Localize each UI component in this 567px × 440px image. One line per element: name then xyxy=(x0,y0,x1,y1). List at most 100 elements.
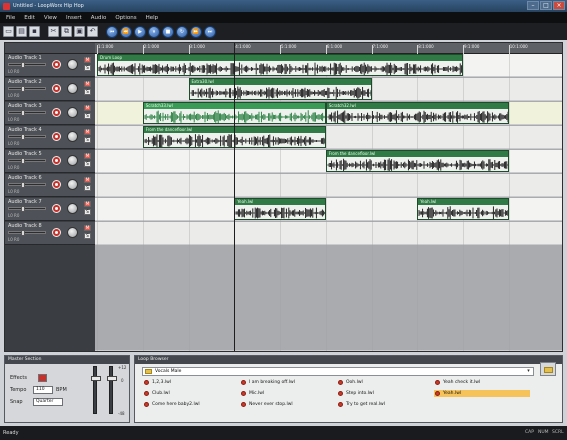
save-icon[interactable]: ▪ xyxy=(29,26,40,37)
track-lane[interactable] xyxy=(95,222,562,245)
volume-slider[interactable] xyxy=(8,182,46,188)
menu-insert[interactable]: Insert xyxy=(66,15,82,21)
pan-knob[interactable] xyxy=(67,107,78,118)
playhead-line[interactable] xyxy=(234,43,236,351)
record-arm-button[interactable] xyxy=(52,60,61,69)
menu-file[interactable]: File xyxy=(6,15,15,21)
tempo-field[interactable]: 110 xyxy=(33,386,53,394)
rewind-icon[interactable]: ⏪ xyxy=(120,25,132,38)
menu-audio[interactable]: Audio xyxy=(91,15,107,21)
snap-select[interactable]: Quarter xyxy=(33,398,63,406)
volume-slider[interactable] xyxy=(8,206,46,212)
record-arm-button[interactable] xyxy=(52,156,61,165)
solo-button[interactable]: S xyxy=(84,161,91,167)
forward-end-icon[interactable]: ⏭ xyxy=(204,25,216,38)
loop-item[interactable]: Mic.lwl xyxy=(240,390,332,397)
volume-slider-thumb[interactable] xyxy=(21,134,25,140)
record-arm-button[interactable] xyxy=(52,228,61,237)
loop-icon[interactable]: ↻ xyxy=(176,25,188,38)
volume-slider-thumb[interactable] xyxy=(21,86,25,92)
loop-item[interactable]: Ooh.lwl xyxy=(337,379,429,386)
solo-button[interactable]: S xyxy=(84,233,91,239)
stop-icon[interactable]: ■ xyxy=(162,25,174,38)
menu-view[interactable]: View xyxy=(44,15,57,21)
timeline-ruler[interactable]: 1:1:000 2:1:000 3:1:000 4:1:000 5:1:000 6:1:0… xyxy=(95,43,562,54)
pan-knob[interactable] xyxy=(67,59,78,70)
copy-icon[interactable]: ⧉ xyxy=(61,26,72,37)
solo-button[interactable]: S xyxy=(84,113,91,119)
audio-clip[interactable]: From the dancefloor.lwl xyxy=(325,150,509,172)
mute-button[interactable]: M xyxy=(84,81,91,87)
volume-slider-thumb[interactable] xyxy=(21,206,25,212)
loop-item[interactable]: Step into.lwl xyxy=(337,390,429,397)
right-fader-thumb[interactable] xyxy=(107,376,117,381)
audio-clip[interactable]: Yeah.lwl xyxy=(417,198,509,220)
pan-knob[interactable] xyxy=(67,227,78,238)
loop-folder-select[interactable]: Vocals Male ▾ xyxy=(142,367,534,376)
solo-button[interactable]: S xyxy=(84,89,91,95)
pause-icon[interactable]: ⏸ xyxy=(148,25,160,38)
audio-clip[interactable]: Yeah.lwl xyxy=(234,198,326,220)
loop-item[interactable]: 1,2,3.lwl xyxy=(143,379,235,386)
rewind-start-icon[interactable]: ⏮ xyxy=(106,25,118,38)
track-lane[interactable] xyxy=(95,174,562,197)
mute-button[interactable]: M xyxy=(84,177,91,183)
menu-options[interactable]: Options xyxy=(115,15,136,21)
audio-clip[interactable]: Drum Loop xyxy=(97,54,463,76)
loop-item[interactable]: Come here baby2.lwl xyxy=(143,401,235,408)
record-arm-button[interactable] xyxy=(52,180,61,189)
audio-clip[interactable]: Extra30.lwl xyxy=(188,78,372,100)
loop-item[interactable]: Try to get real.lwl xyxy=(337,401,429,408)
volume-slider[interactable] xyxy=(8,86,46,92)
master-left-fader[interactable] xyxy=(91,366,101,414)
solo-button[interactable]: S xyxy=(84,185,91,191)
volume-slider[interactable] xyxy=(8,158,46,164)
solo-button[interactable]: S xyxy=(84,209,91,215)
solo-button[interactable]: S xyxy=(84,65,91,71)
mute-button[interactable]: M xyxy=(84,225,91,231)
loop-item[interactable]: Yeah.lwl xyxy=(434,390,530,397)
fast-forward-icon[interactable]: ⏩ xyxy=(190,25,202,38)
volume-slider-thumb[interactable] xyxy=(21,62,25,68)
play-icon[interactable]: ▶ xyxy=(134,25,146,38)
record-arm-button[interactable] xyxy=(52,84,61,93)
arrangement-area[interactable]: 1:1:000 2:1:000 3:1:000 4:1:000 5:1:000 6:1:0… xyxy=(95,43,562,351)
new-icon[interactable]: ▭ xyxy=(3,26,14,37)
mute-button[interactable]: M xyxy=(84,201,91,207)
audio-clip[interactable]: Scratch32.lwl xyxy=(325,102,509,124)
cut-icon[interactable]: ✂ xyxy=(48,26,59,37)
undo-icon[interactable]: ↶ xyxy=(87,26,98,37)
volume-slider[interactable] xyxy=(8,62,46,68)
mute-button[interactable]: M xyxy=(84,105,91,111)
maximize-button[interactable]: □ xyxy=(540,1,552,10)
pan-knob[interactable] xyxy=(67,179,78,190)
loop-item[interactable]: I am breaking off.lwl xyxy=(240,379,332,386)
mute-button[interactable]: M xyxy=(84,153,91,159)
pan-knob[interactable] xyxy=(67,155,78,166)
loop-item[interactable]: Club.lwl xyxy=(143,390,235,397)
record-arm-button[interactable] xyxy=(52,204,61,213)
menu-edit[interactable]: Edit xyxy=(24,15,35,21)
loop-item[interactable]: Yeah check it.lwl xyxy=(434,379,530,386)
mute-button[interactable]: M xyxy=(84,57,91,63)
record-arm-button[interactable] xyxy=(52,108,61,117)
open-icon[interactable]: ▤ xyxy=(16,26,27,37)
volume-slider[interactable] xyxy=(8,110,46,116)
effects-button[interactable] xyxy=(38,374,47,382)
minimize-button[interactable]: – xyxy=(527,1,539,10)
close-button[interactable]: × xyxy=(553,1,565,10)
solo-button[interactable]: S xyxy=(84,137,91,143)
pan-knob[interactable] xyxy=(67,83,78,94)
volume-slider-thumb[interactable] xyxy=(21,182,25,188)
browse-folder-button[interactable] xyxy=(540,362,556,376)
mute-button[interactable]: M xyxy=(84,129,91,135)
empty-lane-area[interactable] xyxy=(95,246,562,351)
chevron-down-icon[interactable]: ▾ xyxy=(525,368,532,375)
volume-slider-thumb[interactable] xyxy=(21,230,25,236)
master-right-fader[interactable] xyxy=(107,366,117,414)
left-fader-thumb[interactable] xyxy=(91,376,101,381)
volume-slider-thumb[interactable] xyxy=(21,110,25,116)
record-arm-button[interactable] xyxy=(52,132,61,141)
volume-slider[interactable] xyxy=(8,134,46,140)
pan-knob[interactable] xyxy=(67,131,78,142)
